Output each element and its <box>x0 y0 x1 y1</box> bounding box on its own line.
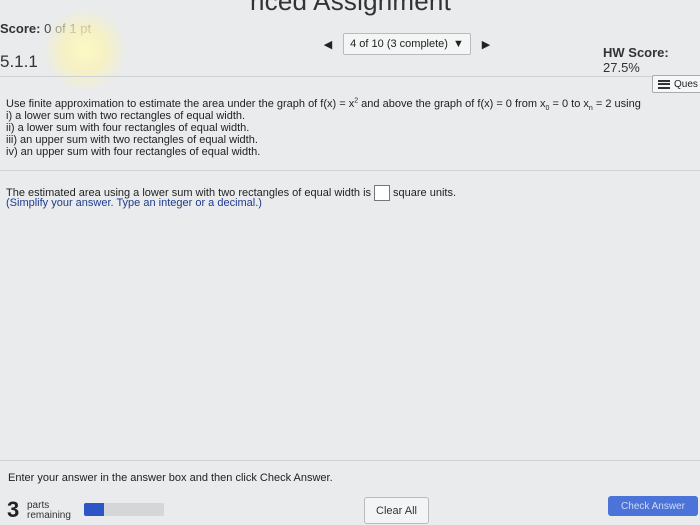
score-of: of 1 pt <box>54 21 92 36</box>
question-part: ii) a lower sum with four rectangles of … <box>6 122 250 134</box>
section-number: 5.1.1 <box>0 52 38 71</box>
prev-arrow-icon[interactable]: ◀ <box>313 33 343 55</box>
question-list-label: Ques <box>674 78 698 90</box>
answer-input[interactable] <box>374 185 391 201</box>
answer-hint: (Simplify your answer. Type an integer o… <box>6 197 262 209</box>
question-part: iv) an upper sum with four rectangles of… <box>6 146 261 158</box>
question-intro: Use finite approximation to estimate the… <box>6 98 355 110</box>
parts-remaining-count: 3 <box>7 497 20 522</box>
question-intro-c: = 0 to x <box>549 98 589 110</box>
dropdown-caret-icon: ▼ <box>452 38 464 50</box>
instruction-text: Enter your answer in the answer box and … <box>8 472 333 484</box>
question-list-icon <box>658 79 670 89</box>
score-label: Score: <box>0 21 41 36</box>
next-arrow-icon[interactable]: ▶ <box>471 33 501 55</box>
divider <box>0 76 700 77</box>
parts-remaining-label: parts remaining <box>27 501 71 521</box>
question-part: i) a lower sum with two rectangles of eq… <box>6 110 246 122</box>
question-intro-d: = 2 using <box>592 98 641 110</box>
question-position: 4 of 10 (3 complete) <box>350 38 448 50</box>
progress-fill <box>84 503 104 516</box>
clear-all-button[interactable]: Clear All <box>364 497 429 524</box>
answer-units: square units. <box>393 187 456 199</box>
score-value: 0 <box>44 21 52 36</box>
divider <box>0 460 700 461</box>
hw-score-value: 27.5% <box>603 60 640 75</box>
parts-label-line2: remaining <box>27 510 71 521</box>
question-position-dropdown[interactable]: 4 of 10 (3 complete) ▼ <box>343 33 471 55</box>
question-intro-b: and above the graph of f(x) = 0 from x <box>358 98 546 110</box>
question-part: iii) an upper sum with two rectangles of… <box>6 134 258 146</box>
score-display: Score: 0 of 1 pt <box>0 21 91 36</box>
parts-progress-bar <box>84 503 164 516</box>
page-title: nced Assignment <box>250 0 452 16</box>
question-list-button[interactable]: Ques <box>652 75 700 93</box>
divider <box>0 170 700 171</box>
hw-score-label: HW Score: <box>603 45 669 60</box>
hw-score: HW Score: 27.5% <box>603 45 700 75</box>
question-navigator: ◀ 4 of 10 (3 complete) ▼ ▶ <box>313 33 501 55</box>
question-text: Use finite approximation to estimate the… <box>6 97 646 158</box>
check-answer-button[interactable]: Check Answer <box>608 496 698 516</box>
